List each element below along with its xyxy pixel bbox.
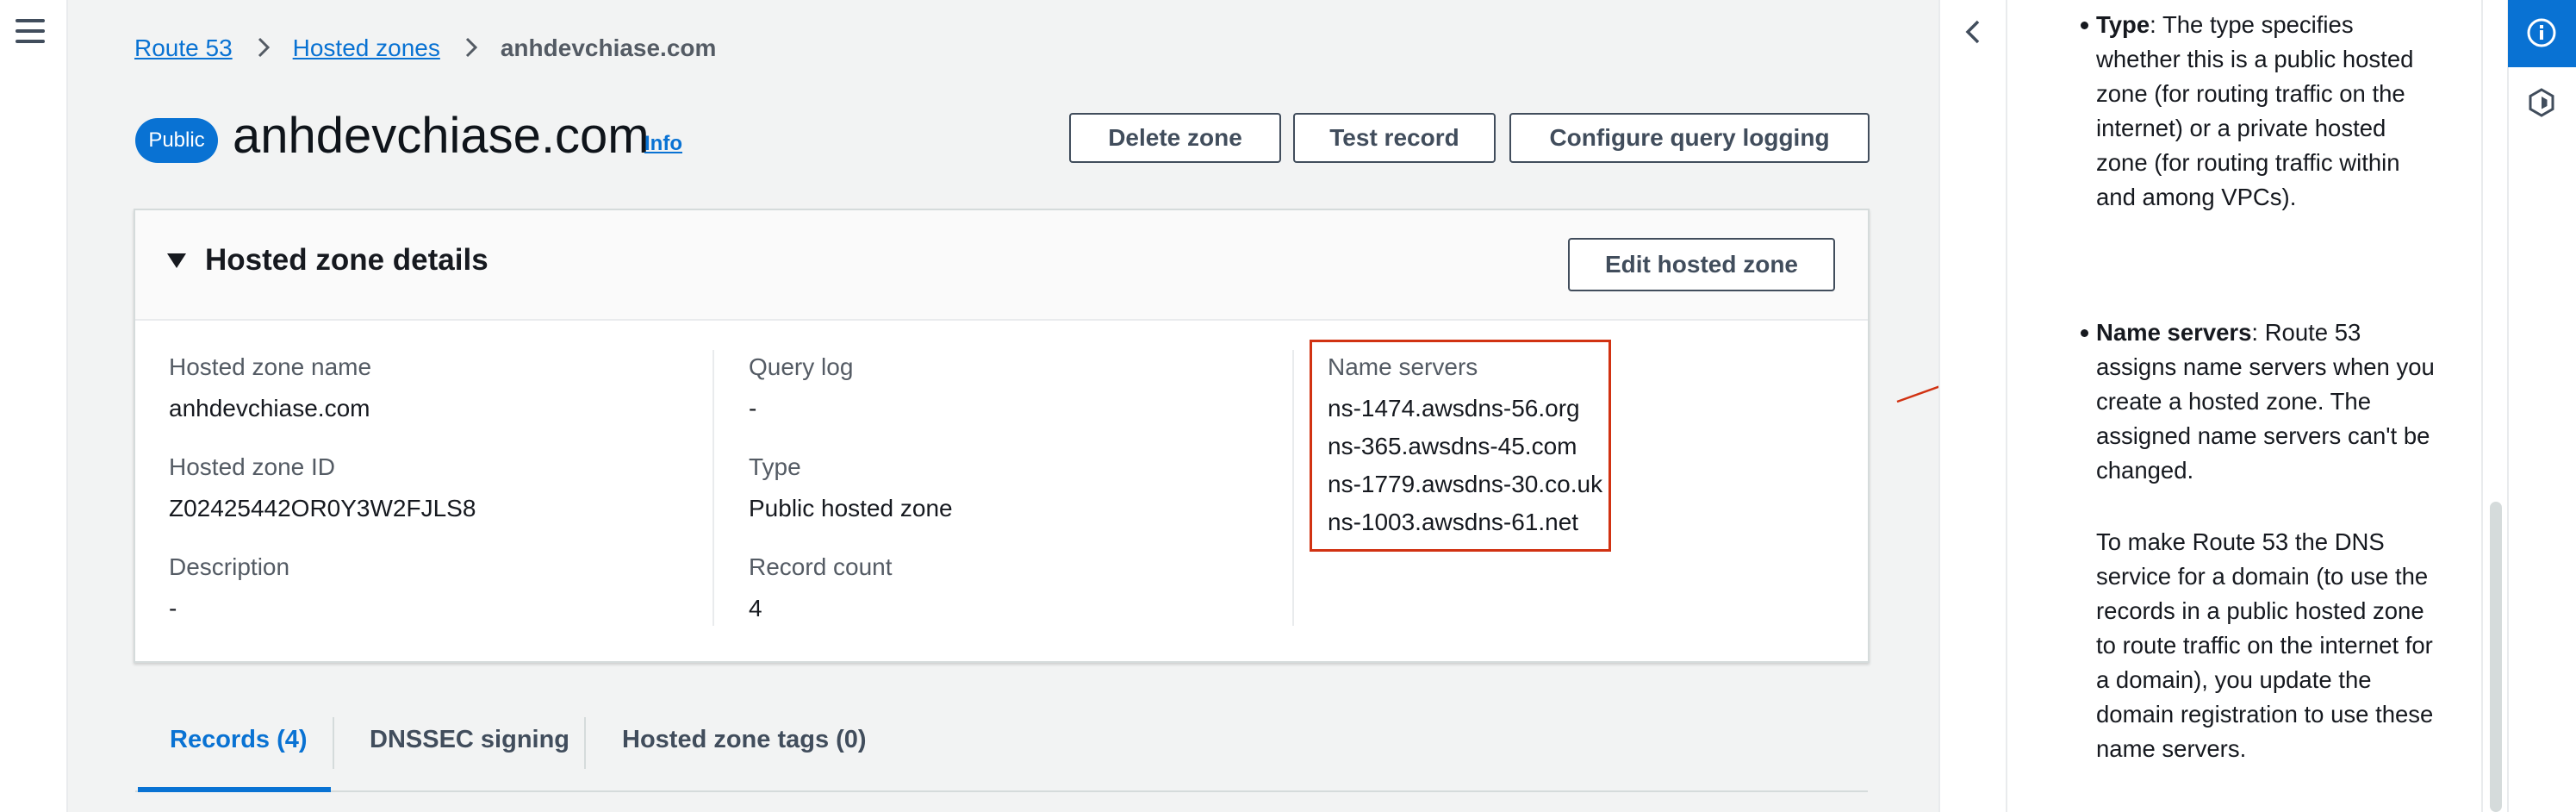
hosted-zone-id-value: Z02425442OR0Y3W2FJLS8 (169, 495, 476, 522)
type-label: Type (749, 453, 801, 480)
name-server-value: ns-1779.awsdns-30.co.uk (1328, 471, 1603, 497)
help-paragraph: To make Route 53 the DNS service for a d… (2096, 528, 2434, 762)
hexagon-tool-icon[interactable] (2527, 87, 2556, 118)
breadcrumb-route53[interactable]: Route 53 (134, 34, 233, 61)
bullet-icon (2081, 329, 2088, 337)
record-count-value: 4 (749, 595, 762, 621)
name-server-value: ns-1474.awsdns-56.org (1328, 395, 1580, 422)
name-server-value: ns-365.awsdns-45.com (1328, 433, 1577, 459)
test-record-button[interactable]: Test record (1293, 113, 1496, 163)
help-scrollbar[interactable] (2490, 502, 2502, 812)
configure-query-logging-button[interactable]: Configure query logging (1509, 113, 1870, 163)
page-title: anhdevchiase.com (233, 108, 650, 164)
query-log-label: Query log (749, 353, 854, 380)
chevron-right-icon (465, 37, 477, 58)
query-log-value: - (749, 395, 757, 422)
status-badge: Public (135, 118, 218, 163)
help-scroll-track (2481, 0, 2483, 812)
tab-dnssec-signing[interactable]: DNSSEC signing (370, 726, 569, 754)
breadcrumb-hosted-zones[interactable]: Hosted zones (293, 34, 440, 61)
type-value: Public hosted zone (749, 495, 953, 522)
bullet-icon (2081, 22, 2088, 29)
hosted-zone-id-label: Hosted zone ID (169, 453, 335, 480)
help-ns-item: Name servers: Route 53 assigns name serv… (2096, 315, 2441, 488)
breadcrumb-current: anhdevchiase.com (500, 34, 717, 61)
help-type-item: Type: The type specifies whether this is… (2096, 8, 2441, 215)
panel-title: Hosted zone details (205, 243, 488, 277)
edit-hosted-zone-button[interactable]: Edit hosted zone (1568, 238, 1835, 291)
description-label: Description (169, 553, 290, 580)
tab-divider (333, 717, 334, 769)
chevron-right-icon (258, 37, 270, 58)
name-server-value: ns-1003.awsdns-61.net (1328, 509, 1579, 535)
help-type-text: : The type specifies whether this is a p… (2096, 11, 2414, 210)
hosted-zone-name-value: anhdevchiase.com (169, 395, 370, 422)
side-navigation-rail (0, 0, 68, 812)
delete-zone-button[interactable]: Delete zone (1069, 113, 1281, 163)
help-type-term: Type (2096, 11, 2150, 38)
info-circle-icon[interactable] (2526, 17, 2557, 48)
description-value: - (169, 595, 177, 621)
name-servers-label: Name servers (1328, 353, 1478, 380)
column-divider (1292, 350, 1294, 626)
hosted-zone-name-label: Hosted zone name (169, 353, 372, 380)
record-count-label: Record count (749, 553, 893, 580)
tab-hosted-zone-tags[interactable]: Hosted zone tags (0) (622, 726, 867, 754)
help-ns-term: Name servers (2096, 319, 2252, 346)
tab-divider (584, 717, 586, 769)
breadcrumb: Route 53 Hosted zones anhdevchiase.com (134, 34, 716, 69)
column-divider (712, 350, 714, 626)
active-tab-indicator (138, 787, 331, 792)
chevron-left-icon[interactable] (1961, 19, 1987, 45)
tab-baseline (135, 790, 1868, 792)
info-link[interactable]: Info (644, 132, 682, 156)
tools-rail (2507, 0, 2576, 812)
hamburger-menu-icon[interactable] (16, 19, 45, 43)
tab-records[interactable]: Records (4) (170, 726, 308, 754)
caret-down-icon[interactable] (167, 253, 186, 268)
